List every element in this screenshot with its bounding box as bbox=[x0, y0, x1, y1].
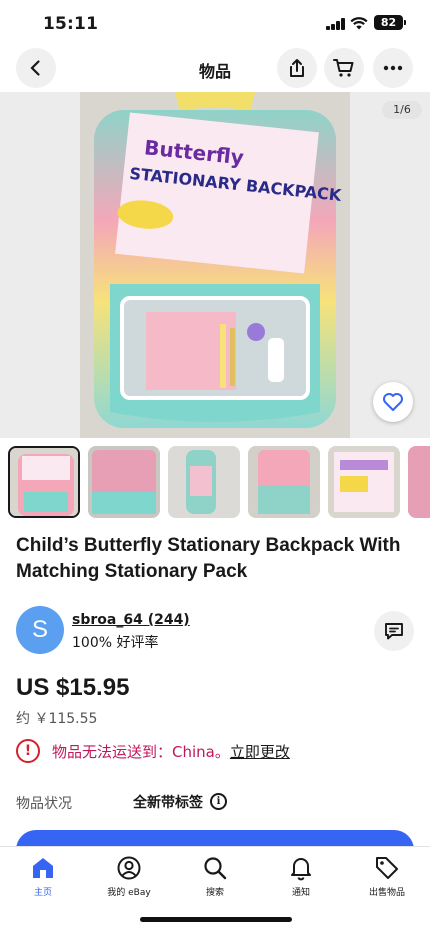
message-icon bbox=[385, 623, 403, 640]
page-title: 物品 bbox=[198, 62, 231, 81]
thumbnail-3[interactable] bbox=[168, 446, 240, 518]
thumbnail-2[interactable] bbox=[88, 446, 160, 518]
more-dots-icon bbox=[383, 65, 403, 71]
seller-feedback-count: (244) bbox=[147, 612, 190, 628]
contact-seller-button[interactable] bbox=[374, 611, 414, 651]
bell-icon bbox=[291, 858, 311, 881]
nav-notifications[interactable]: 通知 bbox=[258, 855, 344, 898]
seller-avatar[interactable]: S bbox=[16, 606, 64, 654]
wifi-icon bbox=[350, 17, 368, 30]
thumbnail-6[interactable] bbox=[408, 446, 430, 518]
shipping-notice-text: 物品无法运送到：China。 bbox=[52, 742, 230, 761]
item-image-gallery[interactable]: Butterfly STATIONARY BACKPACK bbox=[0, 92, 430, 438]
status-time: 15:11 bbox=[43, 14, 99, 34]
home-icon bbox=[33, 858, 53, 878]
thumbnail-4[interactable] bbox=[248, 446, 320, 518]
top-header: 物品 bbox=[0, 48, 430, 92]
info-icon[interactable]: i bbox=[210, 793, 227, 810]
heart-icon bbox=[383, 393, 403, 411]
tag-icon bbox=[376, 857, 398, 879]
status-bar: 15:11 82 bbox=[0, 0, 430, 48]
thumbnail-5[interactable] bbox=[328, 446, 400, 518]
cart-button[interactable] bbox=[324, 48, 364, 88]
user-icon bbox=[117, 856, 141, 880]
search-icon bbox=[204, 857, 227, 880]
seller-name-link[interactable]: sbroa_64 (244) bbox=[72, 612, 190, 628]
share-button[interactable] bbox=[277, 48, 317, 88]
nav-sell-label: 出售物品 bbox=[368, 888, 405, 898]
nav-home[interactable]: 主页 bbox=[0, 855, 86, 898]
nav-search[interactable]: 搜索 bbox=[172, 855, 258, 898]
item-title: Child’s Butterfly Stationary Backpack Wi… bbox=[16, 535, 401, 582]
shipping-notice: ! 物品无法运送到：China。 立即更改 bbox=[16, 738, 290, 764]
signal-icon bbox=[326, 18, 346, 30]
seller-rating: 100% 好评率 bbox=[72, 635, 159, 651]
change-location-link[interactable]: 立即更改 bbox=[230, 741, 290, 762]
condition-label: 物品状况 bbox=[16, 796, 72, 812]
watchlist-button[interactable] bbox=[373, 382, 413, 422]
cart-icon bbox=[333, 59, 354, 77]
seller-name[interactable]: sbroa_64 bbox=[72, 612, 143, 628]
condition-value: 全新带标签 bbox=[133, 795, 203, 811]
nav-search-label: 搜索 bbox=[205, 888, 224, 898]
nav-my-ebay[interactable]: 我的 eBay bbox=[86, 855, 172, 898]
nav-home-label: 主页 bbox=[33, 888, 52, 898]
item-price: US $15.95 bbox=[16, 674, 130, 701]
battery-tip bbox=[404, 20, 406, 25]
share-icon bbox=[290, 59, 304, 77]
alert-icon: ! bbox=[16, 739, 40, 763]
battery-icon: 82 bbox=[374, 15, 403, 30]
thumbnail-strip bbox=[8, 446, 430, 518]
more-options-button[interactable] bbox=[373, 48, 413, 88]
image-counter: 1/6 bbox=[382, 101, 422, 119]
approx-price: 约 ￥115.55 bbox=[16, 711, 98, 727]
thumbnail-1[interactable] bbox=[8, 446, 80, 518]
nav-sell[interactable]: 出售物品 bbox=[344, 855, 430, 898]
home-indicator bbox=[140, 917, 292, 922]
backpack-photo: Butterfly STATIONARY BACKPACK bbox=[80, 92, 350, 438]
nav-notifications-label: 通知 bbox=[291, 888, 310, 898]
nav-my-ebay-label: 我的 eBay bbox=[107, 888, 151, 898]
